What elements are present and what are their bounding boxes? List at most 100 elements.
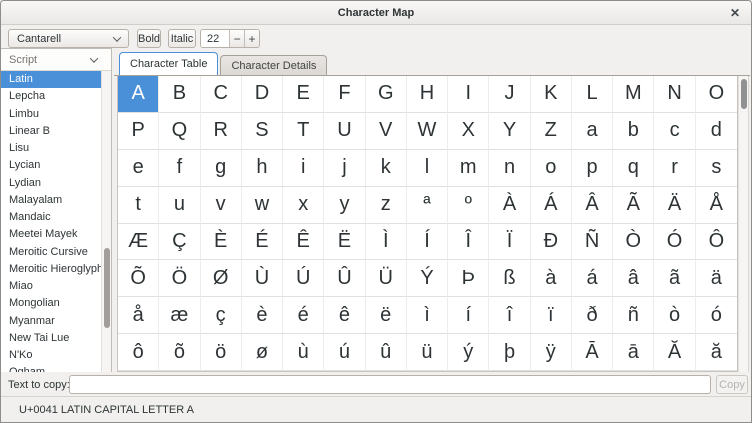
character-cell[interactable]: É bbox=[242, 224, 283, 261]
character-cell[interactable]: ú bbox=[324, 334, 365, 371]
script-item[interactable]: Miao bbox=[1, 278, 101, 295]
character-cell[interactable]: ð bbox=[572, 297, 613, 334]
character-cell[interactable]: E bbox=[283, 76, 324, 113]
character-cell[interactable]: d bbox=[696, 113, 737, 150]
character-cell[interactable]: l bbox=[407, 150, 448, 187]
character-cell[interactable]: Z bbox=[531, 113, 572, 150]
character-cell[interactable]: n bbox=[489, 150, 530, 187]
character-cell[interactable]: Ā bbox=[572, 334, 613, 371]
character-cell[interactable]: x bbox=[283, 187, 324, 224]
character-cell[interactable]: Á bbox=[531, 187, 572, 224]
character-cell[interactable]: N bbox=[654, 76, 695, 113]
character-cell[interactable]: Q bbox=[159, 113, 200, 150]
script-item[interactable]: Limbu bbox=[1, 106, 101, 123]
character-cell[interactable]: À bbox=[489, 187, 530, 224]
script-item[interactable]: Meroitic Cursive bbox=[1, 244, 101, 261]
character-cell[interactable]: m bbox=[448, 150, 489, 187]
character-cell[interactable]: ô bbox=[118, 334, 159, 371]
sidebar-scrollbar[interactable] bbox=[101, 71, 111, 372]
character-cell[interactable]: Í bbox=[407, 224, 448, 261]
character-cell[interactable]: õ bbox=[159, 334, 200, 371]
sidebar-scrollbar-thumb[interactable] bbox=[104, 248, 110, 328]
character-cell[interactable]: K bbox=[531, 76, 572, 113]
character-cell[interactable]: ü bbox=[407, 334, 448, 371]
character-cell[interactable]: Å bbox=[696, 187, 737, 224]
character-cell[interactable]: ö bbox=[201, 334, 242, 371]
character-cell[interactable]: b bbox=[613, 113, 654, 150]
character-cell[interactable]: W bbox=[407, 113, 448, 150]
script-item[interactable]: Ogham bbox=[1, 364, 101, 372]
character-cell[interactable]: È bbox=[201, 224, 242, 261]
character-cell[interactable]: Ú bbox=[283, 260, 324, 297]
script-item[interactable]: Mandaic bbox=[1, 209, 101, 226]
character-cell[interactable]: w bbox=[242, 187, 283, 224]
character-cell[interactable]: U bbox=[324, 113, 365, 150]
character-cell[interactable]: Ô bbox=[696, 224, 737, 261]
character-cell[interactable]: Î bbox=[448, 224, 489, 261]
text-to-copy-input[interactable] bbox=[69, 375, 711, 394]
character-cell[interactable]: ª bbox=[407, 187, 448, 224]
character-cell[interactable]: æ bbox=[159, 297, 200, 334]
character-cell[interactable]: Ò bbox=[613, 224, 654, 261]
character-cell[interactable]: I bbox=[448, 76, 489, 113]
character-cell[interactable]: y bbox=[324, 187, 365, 224]
character-cell[interactable]: ì bbox=[407, 297, 448, 334]
character-cell[interactable]: V bbox=[366, 113, 407, 150]
character-cell[interactable]: ä bbox=[696, 260, 737, 297]
script-item[interactable]: Malayalam bbox=[1, 192, 101, 209]
character-cell[interactable]: Ã bbox=[613, 187, 654, 224]
character-cell[interactable]: c bbox=[654, 113, 695, 150]
character-cell[interactable]: Ì bbox=[366, 224, 407, 261]
character-cell[interactable]: u bbox=[159, 187, 200, 224]
script-mode-dropdown[interactable]: Script bbox=[1, 49, 111, 71]
decrease-font-size-button[interactable]: − bbox=[229, 30, 244, 47]
character-cell[interactable]: ï bbox=[531, 297, 572, 334]
character-cell[interactable]: Ø bbox=[201, 260, 242, 297]
character-cell[interactable]: ý bbox=[448, 334, 489, 371]
character-cell[interactable]: å bbox=[118, 297, 159, 334]
tab[interactable]: Character Table bbox=[119, 52, 218, 75]
script-item[interactable]: Lycian bbox=[1, 157, 101, 174]
character-cell[interactable]: Õ bbox=[118, 260, 159, 297]
character-cell[interactable]: î bbox=[489, 297, 530, 334]
character-table-scrollbar-thumb[interactable] bbox=[741, 79, 747, 109]
increase-font-size-button[interactable]: + bbox=[244, 30, 259, 47]
character-cell[interactable]: H bbox=[407, 76, 448, 113]
character-cell[interactable]: â bbox=[613, 260, 654, 297]
character-cell[interactable]: f bbox=[159, 150, 200, 187]
character-cell[interactable]: Ó bbox=[654, 224, 695, 261]
close-icon[interactable]: ✕ bbox=[727, 5, 743, 21]
character-cell[interactable]: v bbox=[201, 187, 242, 224]
character-cell[interactable]: ó bbox=[696, 297, 737, 334]
character-cell[interactable]: Ï bbox=[489, 224, 530, 261]
character-cell[interactable]: Â bbox=[572, 187, 613, 224]
character-cell[interactable]: è bbox=[242, 297, 283, 334]
italic-button[interactable]: Italic bbox=[168, 29, 196, 48]
character-cell[interactable]: Ü bbox=[366, 260, 407, 297]
character-cell[interactable]: k bbox=[366, 150, 407, 187]
script-item[interactable]: Myanmar bbox=[1, 313, 101, 330]
character-cell[interactable]: S bbox=[242, 113, 283, 150]
character-cell[interactable]: Ö bbox=[159, 260, 200, 297]
character-cell[interactable]: i bbox=[283, 150, 324, 187]
character-cell[interactable]: ß bbox=[489, 260, 530, 297]
character-cell[interactable]: ë bbox=[366, 297, 407, 334]
font-size-value[interactable]: 22 bbox=[201, 30, 229, 47]
script-item[interactable]: Linear B bbox=[1, 123, 101, 140]
character-table-scrollbar[interactable] bbox=[738, 76, 749, 372]
character-cell[interactable]: r bbox=[654, 150, 695, 187]
character-cell[interactable]: j bbox=[324, 150, 365, 187]
character-cell[interactable]: ç bbox=[201, 297, 242, 334]
character-cell[interactable]: ø bbox=[242, 334, 283, 371]
character-cell[interactable]: Û bbox=[324, 260, 365, 297]
bold-button[interactable]: Bold bbox=[137, 29, 161, 48]
script-item[interactable]: Mongolian bbox=[1, 295, 101, 312]
character-cell[interactable]: G bbox=[366, 76, 407, 113]
character-cell[interactable]: s bbox=[696, 150, 737, 187]
character-cell[interactable]: J bbox=[489, 76, 530, 113]
character-cell[interactable]: ò bbox=[654, 297, 695, 334]
character-cell[interactable]: h bbox=[242, 150, 283, 187]
character-cell[interactable]: ù bbox=[283, 334, 324, 371]
character-cell[interactable]: D bbox=[242, 76, 283, 113]
character-cell[interactable]: Ç bbox=[159, 224, 200, 261]
